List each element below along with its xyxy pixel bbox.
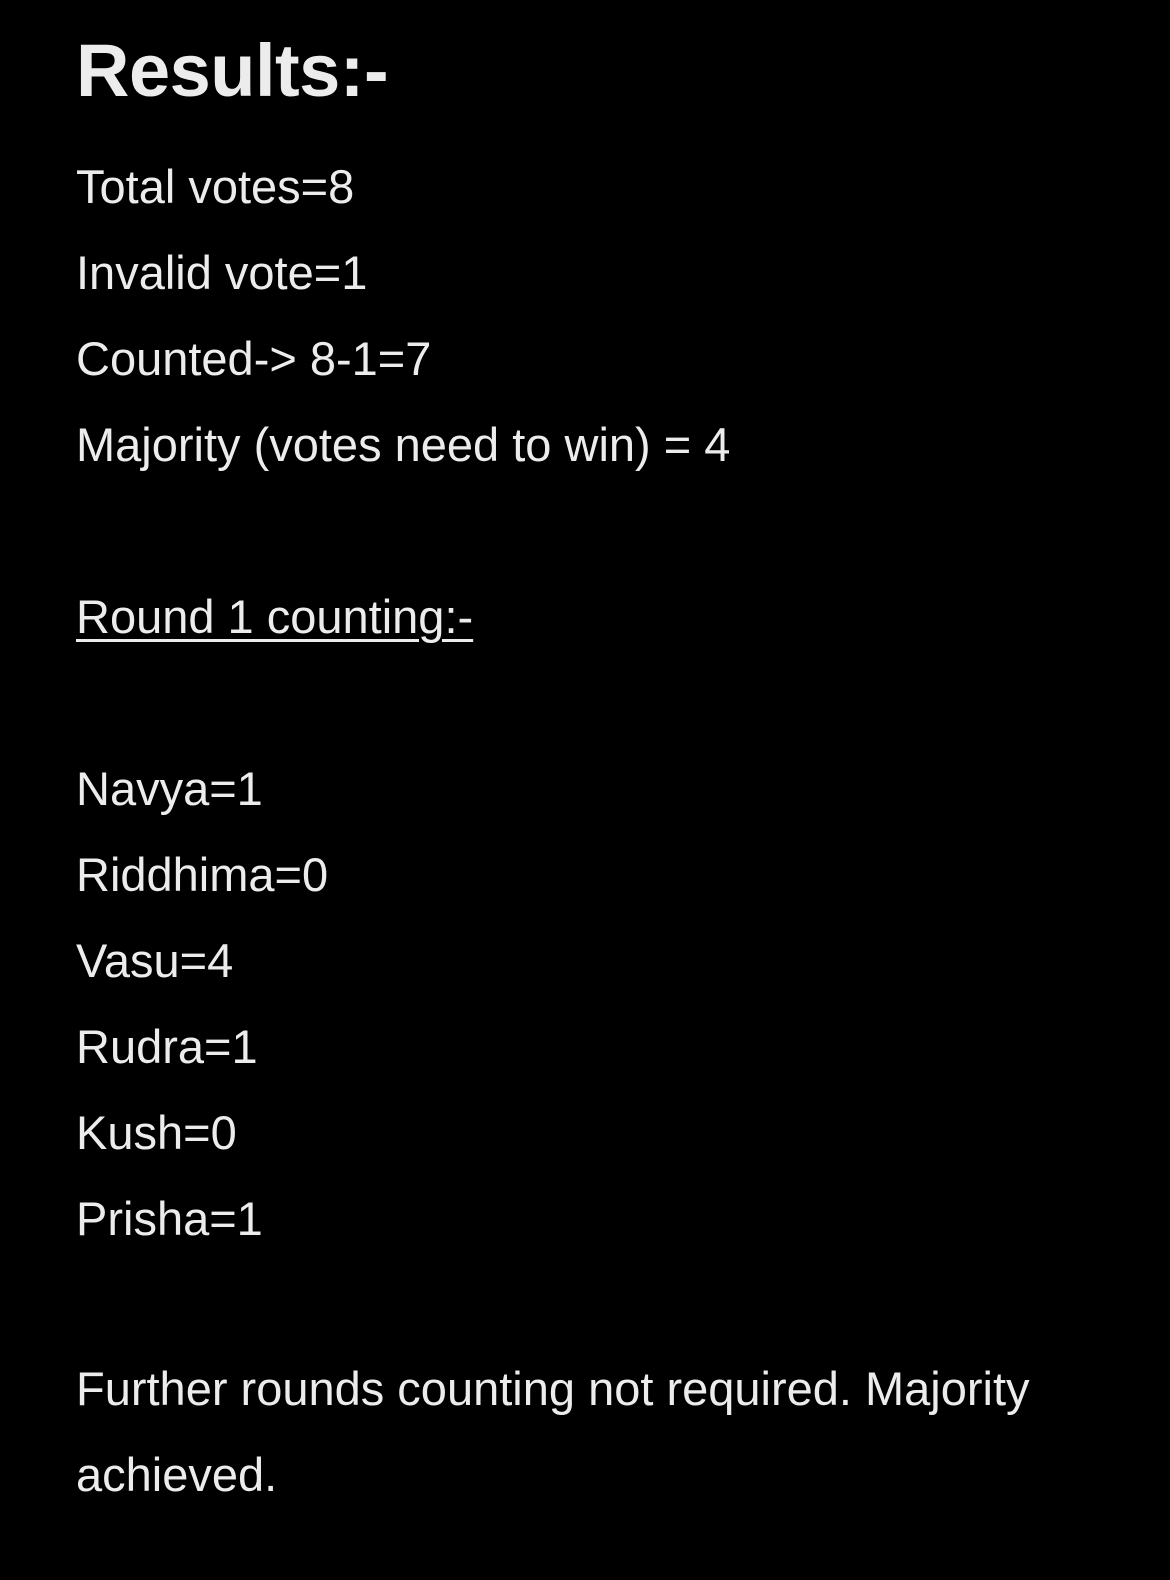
tally-kush: Kush=0 bbox=[76, 1106, 237, 1159]
tally-riddhima: Riddhima=0 bbox=[76, 848, 329, 901]
tally-prisha: Prisha=1 bbox=[76, 1192, 263, 1245]
majority-line: Majority (votes need to win) = 4 bbox=[76, 418, 731, 471]
counted-line: Counted-> 8-1=7 bbox=[76, 332, 432, 385]
conclusion-paragraph: Further rounds counting not required. Ma… bbox=[76, 1362, 1030, 1501]
tally-vasu: Vasu=4 bbox=[76, 934, 234, 987]
total-votes-line: Total votes=8 bbox=[76, 160, 355, 213]
results-title: Results:- bbox=[76, 29, 389, 112]
tally-rudra: Rudra=1 bbox=[76, 1020, 258, 1073]
invalid-vote-line: Invalid vote=1 bbox=[76, 246, 368, 299]
round-1-heading: Round 1 counting:- bbox=[76, 590, 474, 643]
tally-navya: Navya=1 bbox=[76, 762, 263, 815]
